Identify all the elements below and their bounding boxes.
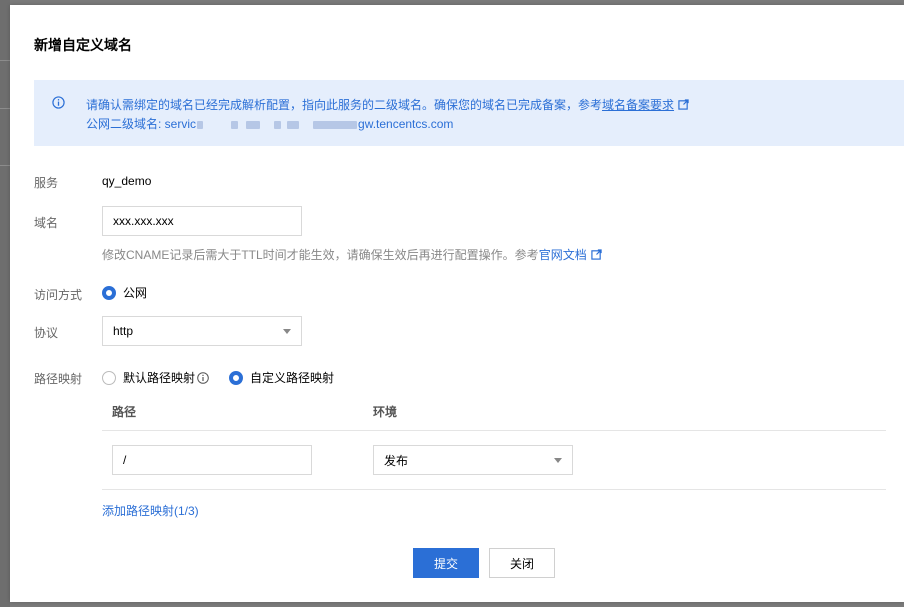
redacted-text [313,120,358,129]
redacted-text [274,120,282,129]
info-notice: 请确认需绑定的域名已经完成解析配置，指向此服务的二级域名。确保您的域名已完成备案… [34,80,904,146]
domain-hint: 修改CNAME记录后需大于TTL时间才能生效，请确保生效后再进行配置操作。参考官… [102,246,602,263]
domain-label: 域名 [34,216,59,230]
path-input[interactable]: / [112,445,312,475]
chevron-down-icon [283,328,291,334]
official-docs-link[interactable]: 官网文档 [539,248,587,262]
service-label: 服务 [34,176,59,190]
env-select[interactable]: 发布 [373,445,573,475]
backdrop-line [0,108,10,109]
protocol-label: 协议 [34,326,59,340]
access-public-label: 公网 [123,286,148,300]
backdrop-line [0,60,10,61]
service-value: qy_demo [102,174,152,188]
domain-hint-text: 修改CNAME记录后需大于TTL时间才能生效，请确保生效后再进行配置操作。参考 [102,248,539,262]
add-path-mapping-link[interactable]: 添加路径映射(1/3) [102,502,199,519]
add-custom-domain-dialog: 新增自定义域名 请确认需绑定的域名已经完成解析配置，指向此服务的二级域名。确保您… [10,5,904,602]
notice-text: 请确认需绑定的域名已经完成解析配置，指向此服务的二级域名。确保您的域名已完成备案… [86,96,689,113]
access-label: 访问方式 [34,288,83,302]
access-public-radio[interactable]: 公网 [102,284,147,301]
info-icon [52,96,65,109]
domain-input[interactable]: xxx.xxx.xxx [102,206,302,236]
protocol-select[interactable]: http [102,316,302,346]
radio-unselected-icon[interactable] [102,370,116,385]
table-divider [102,489,886,490]
subdomain-suffix: gw.tencentcs.com [358,117,454,131]
backdrop-strip [0,0,10,607]
custom-mapping-radio[interactable]: 自定义路径映射 [229,369,334,386]
default-mapping-radio[interactable]: 默认路径映射 [102,369,209,386]
column-header-path: 路径 [112,405,137,419]
redacted-text [246,120,261,129]
external-link-icon[interactable] [591,249,602,260]
path-mapping-label: 路径映射 [34,372,83,386]
custom-mapping-label: 自定义路径映射 [250,371,335,385]
protocol-select-value: http [113,324,134,338]
subdomain-prefix: 公网二级域名: servic [86,117,197,131]
path-input-value: / [123,453,127,467]
table-divider [102,430,886,431]
redacted-text [231,120,239,129]
external-link-icon[interactable] [678,99,689,110]
redacted-text [197,120,204,129]
chevron-down-icon [554,457,562,463]
env-select-value: 发布 [384,453,409,468]
submit-button[interactable]: 提交 [413,548,479,578]
close-button[interactable]: 关闭 [489,548,555,578]
notice-line1-text: 请确认需绑定的域名已经完成解析配置，指向此服务的二级域名。确保您的域名已完成备案… [86,98,603,112]
radio-selected-icon[interactable] [229,370,243,385]
notice-subdomain: 公网二级域名: servic gw.tencentcs.com [86,115,453,132]
question-icon[interactable] [197,371,209,384]
column-header-env: 环境 [373,405,398,419]
backdrop-line [0,165,10,166]
domain-input-value: xxx.xxx.xxx [113,214,174,228]
dialog-title: 新增自定义域名 [34,37,132,53]
radio-selected-icon[interactable] [102,285,116,300]
default-mapping-label: 默认路径映射 [123,371,196,385]
filing-requirements-link[interactable]: 域名备案要求 [602,98,674,112]
redacted-text [287,120,300,129]
